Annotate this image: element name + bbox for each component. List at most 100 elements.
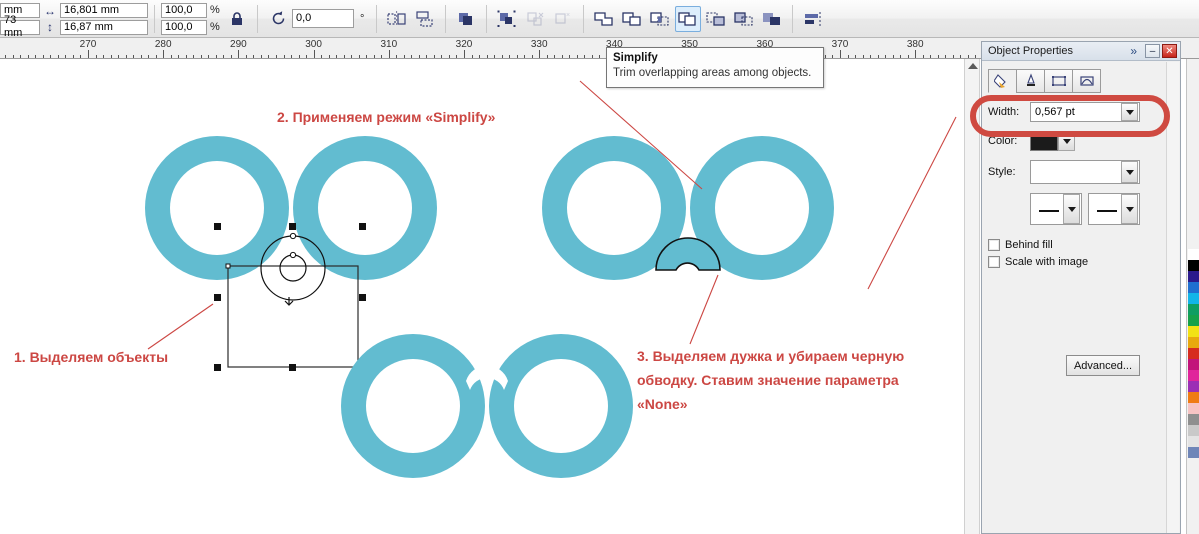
- ruler-minor-tick: [945, 55, 947, 58]
- close-button[interactable]: ✕: [1162, 44, 1177, 58]
- tab-outline[interactable]: [1016, 69, 1045, 93]
- palette-swatch[interactable]: [1188, 447, 1199, 458]
- annotation-leader-lines: [147, 80, 957, 350]
- ruler-minor-tick: [215, 55, 217, 58]
- palette-swatch[interactable]: [1188, 403, 1199, 414]
- trim-icon[interactable]: [619, 6, 645, 32]
- align-and-distribute-icon[interactable]: [800, 6, 826, 32]
- palette-swatch[interactable]: [1188, 381, 1199, 392]
- mirror-vertical-icon[interactable]: [412, 6, 438, 32]
- weld-icon[interactable]: [591, 6, 617, 32]
- ruler-minor-tick: [35, 55, 37, 58]
- drawing-canvas[interactable]: 1. Выделяем объекты 2. Применяем режим «…: [0, 59, 964, 534]
- ruler-minor-tick: [832, 55, 834, 58]
- object-position-fields: mm 73 mm: [0, 0, 40, 39]
- scale-with-image-row[interactable]: Scale with image: [988, 256, 1174, 268]
- palette-swatch[interactable]: [1188, 249, 1199, 260]
- rotate-icon[interactable]: [265, 6, 291, 32]
- palette-swatch[interactable]: [1188, 348, 1199, 359]
- outline-style-combo[interactable]: [1030, 160, 1140, 184]
- ruler-minor-tick: [471, 55, 473, 58]
- object-height-input[interactable]: 16,87 mm: [60, 19, 148, 35]
- bridge-arc-shape: [655, 237, 721, 271]
- tab-rectangle[interactable]: [1044, 69, 1073, 93]
- toolbar-separator: [154, 4, 155, 33]
- ruler-minor-tick: [509, 55, 511, 58]
- ruler-minor-tick: [479, 55, 481, 58]
- ruler-minor-tick: [877, 55, 879, 58]
- scale-with-image-checkbox[interactable]: [988, 256, 1000, 268]
- annotation-step-2: 2. Применяем режим «Simplify»: [277, 109, 496, 125]
- ruler-minor-tick: [276, 55, 277, 58]
- ruler-minor-tick: [185, 55, 187, 58]
- ruler-minor-tick: [967, 55, 969, 58]
- ungroup-all-icon[interactable]: ×: [550, 6, 576, 32]
- ruler-minor-tick: [366, 55, 368, 58]
- end-arrowhead-combo[interactable]: [1088, 193, 1140, 225]
- ungroup-icon[interactable]: [522, 6, 548, 32]
- ruler-minor-tick: [824, 55, 826, 58]
- ruler-minor-tick: [57, 55, 59, 58]
- scale-x-input[interactable]: 100,0: [161, 2, 207, 18]
- width-highlight-annotation: [970, 95, 1170, 137]
- start-arrowhead-combo[interactable]: [1030, 193, 1082, 225]
- position-y-field[interactable]: 73 mm: [0, 14, 40, 39]
- glasses-step3: [0, 59, 964, 534]
- size-icons: ↔ ↕: [40, 0, 60, 38]
- ruler-minor-tick: [546, 55, 548, 58]
- palette-swatch[interactable]: [1188, 315, 1199, 326]
- toolbar-separator: [445, 4, 447, 33]
- rotation-angle-input[interactable]: 0,0: [292, 9, 354, 28]
- simplify-icon[interactable]: [675, 5, 702, 32]
- annotation-step-3-line-3: «None»: [637, 396, 688, 412]
- ruler-minor-tick: [516, 55, 518, 58]
- palette-swatch[interactable]: [1188, 392, 1199, 403]
- scale-y-input[interactable]: 100,0: [161, 19, 207, 35]
- palette-swatch[interactable]: [1188, 293, 1199, 304]
- palette-swatch[interactable]: [1188, 425, 1199, 436]
- palette-swatch[interactable]: [1188, 260, 1199, 271]
- docker-tabs: [988, 69, 1174, 93]
- palette-swatch[interactable]: [1188, 370, 1199, 381]
- behind-fill-row[interactable]: Behind fill: [988, 239, 1174, 251]
- back-minus-front-icon[interactable]: [731, 6, 757, 32]
- tab-curve[interactable]: [1072, 69, 1101, 93]
- palette-swatch[interactable]: [1188, 414, 1199, 425]
- behind-fill-checkbox[interactable]: [988, 239, 1000, 251]
- toolbar-separator: [486, 4, 488, 33]
- to-front-icon[interactable]: [453, 6, 479, 32]
- ruler-minor-tick: [599, 55, 601, 58]
- ruler-minor-tick: [268, 55, 270, 58]
- end-arrow-chevron-icon[interactable]: [1121, 194, 1138, 224]
- ruler-tick-label: 290: [230, 39, 247, 50]
- color-palette[interactable]: [1186, 59, 1199, 534]
- palette-swatch[interactable]: [1188, 282, 1199, 293]
- palette-swatch[interactable]: [1188, 304, 1199, 315]
- object-width-input[interactable]: 16,801 mm: [60, 2, 148, 18]
- advanced-button[interactable]: Advanced...: [1066, 355, 1140, 376]
- style-chevron-down-icon[interactable]: [1121, 161, 1138, 183]
- group-icon[interactable]: [494, 6, 520, 32]
- docker-titlebar[interactable]: Object Properties » – ✕: [982, 42, 1180, 61]
- start-arrow-preview: [1039, 210, 1059, 212]
- chevron-expand-icon[interactable]: »: [1130, 44, 1137, 58]
- palette-swatch[interactable]: [1188, 337, 1199, 348]
- minimize-button[interactable]: –: [1145, 44, 1160, 58]
- palette-swatch[interactable]: [1188, 359, 1199, 370]
- create-boundary-icon[interactable]: [759, 6, 785, 32]
- tab-fill[interactable]: [988, 69, 1017, 93]
- glasses-step1: [0, 59, 964, 534]
- palette-swatch[interactable]: [1188, 326, 1199, 337]
- docker-vertical-scrollbar[interactable]: [1166, 62, 1179, 533]
- palette-swatch[interactable]: [1188, 271, 1199, 282]
- front-minus-back-icon[interactable]: [703, 6, 729, 32]
- intersect-icon[interactable]: [647, 6, 673, 32]
- start-arrow-chevron-icon[interactable]: [1063, 194, 1080, 224]
- scroll-up-arrow-icon[interactable]: [968, 63, 978, 69]
- ruler-tick-label: 300: [305, 39, 322, 50]
- lock-ratio-icon[interactable]: [224, 6, 250, 32]
- mirror-horizontal-icon[interactable]: [384, 6, 410, 32]
- ruler-minor-tick: [358, 55, 360, 58]
- palette-swatch[interactable]: [1188, 436, 1199, 447]
- ruler-minor-tick: [433, 55, 435, 58]
